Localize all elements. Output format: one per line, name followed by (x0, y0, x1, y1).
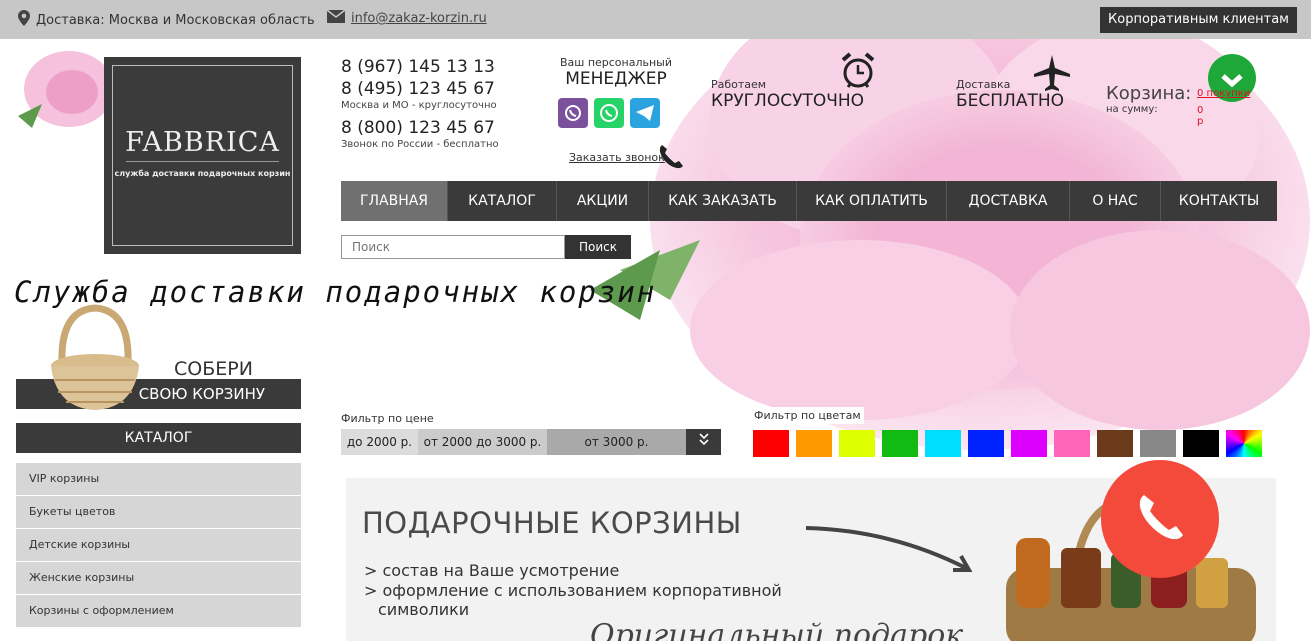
phone-moscow-2[interactable]: 8 (495) 123 45 67 (341, 78, 499, 100)
nav-catalog[interactable]: КАТАЛОГ (448, 181, 557, 221)
chevron-down-icon[interactable] (686, 429, 721, 455)
phone-moscow-1[interactable]: 8 (967) 145 13 13 (341, 56, 499, 78)
location-pin-icon (18, 10, 30, 30)
price-filter-label: Фильтр по цене (341, 412, 434, 425)
call-button[interactable] (1101, 460, 1219, 578)
banner-bullet: > оформление с использованием корпоратив… (364, 581, 782, 600)
personal-manager: Ваш персональный МЕНЕДЖЕР (556, 56, 676, 89)
color-filter-label: Фильтр по цветам (751, 407, 864, 424)
nav-about[interactable]: О НАС (1070, 181, 1161, 221)
manager-big: МЕНЕДЖЕР (565, 69, 667, 89)
banner-bullet: > состав на Ваше усмотрение (364, 561, 620, 580)
top-bar: Доставка: Москва и Московская область in… (0, 0, 1311, 39)
color-swatch-black[interactable] (1183, 430, 1219, 457)
site-logo[interactable]: FABBRICA служба доставки подарочных корз… (104, 57, 301, 254)
search-input[interactable] (341, 235, 565, 259)
color-swatch-orange[interactable] (796, 430, 832, 457)
viber-icon[interactable] (558, 98, 588, 128)
color-swatch-blue[interactable] (968, 430, 1004, 457)
order-call-link[interactable]: Заказать звонок (569, 151, 665, 164)
catalog-item[interactable]: VIP корзины (16, 463, 301, 495)
logo-name: FABBRICA (125, 127, 280, 158)
whatsapp-icon[interactable] (594, 98, 624, 128)
color-swatch-gray[interactable] (1140, 430, 1176, 457)
price-filter-high[interactable]: от 3000 р. (547, 429, 686, 455)
corporate-clients-button[interactable]: Корпоративным клиентам (1100, 7, 1297, 33)
nav-home[interactable]: ГЛАВНАЯ (341, 181, 448, 221)
phone-russia[interactable]: 8 (800) 123 45 67 (341, 117, 499, 139)
nav-sales[interactable]: АКЦИИ (557, 181, 649, 221)
banner-script: Оригинальный подарок (590, 618, 964, 641)
airplane-icon (1032, 54, 1072, 96)
collect-basket-top: СОБЕРИ (174, 358, 253, 380)
telegram-icon[interactable] (630, 98, 660, 128)
color-swatch-cyan[interactable] (925, 430, 961, 457)
phone-russia-note: Звонок по России - бесплатно (341, 139, 499, 150)
cart-title: Корзина: (1106, 83, 1192, 104)
phone-icon (1132, 489, 1188, 549)
banner-title: ПОДАРОЧНЫЕ КОРЗИНЫ (362, 506, 742, 540)
color-swatch-brown[interactable] (1097, 430, 1133, 457)
hours-big: КРУГЛОСУТОЧНО (711, 91, 865, 111)
logo-tagline: служба доставки подарочных корзин (114, 169, 291, 178)
catalog-item[interactable]: Женские корзины (16, 562, 301, 594)
nav-how-to-order[interactable]: КАК ЗАКАЗАТЬ (649, 181, 797, 221)
email-info: info@zakaz-korzin.ru (326, 9, 487, 27)
catalog-heading: КАТАЛОГ (16, 423, 301, 453)
manager-small: Ваш персональный (559, 56, 673, 69)
cart-sum-label: на сумму: (1106, 104, 1158, 115)
phones-block: 8 (967) 145 13 13 8 (495) 123 45 67 Моск… (341, 56, 499, 156)
price-filter-mid[interactable]: от 2000 до 3000 р. (418, 429, 547, 455)
nav-how-to-pay[interactable]: КАК ОПЛАТИТЬ (797, 181, 947, 221)
catalog-item[interactable]: Букеты цветов (16, 496, 301, 528)
banner-bullet: символики (378, 600, 470, 619)
wicker-basket-image (40, 302, 150, 416)
messengers (558, 98, 660, 128)
catalog-list: VIP корзины Букеты цветов Детские корзин… (16, 463, 301, 628)
alarm-clock-icon (840, 52, 876, 94)
color-swatch-yellow[interactable] (839, 430, 875, 457)
cart-sum: 0 р (1197, 105, 1204, 127)
cart-summary: Корзина: на сумму: 0 покупки 0 р (1106, 83, 1250, 127)
delivery-text: Доставка: Москва и Московская область (36, 12, 315, 28)
nav-delivery[interactable]: ДОСТАВКА (947, 181, 1070, 221)
delivery-info: Доставка: Москва и Московская область (18, 10, 315, 30)
color-swatch-pink[interactable] (1054, 430, 1090, 457)
logo-flower-image (14, 44, 114, 144)
price-filter: до 2000 р. от 2000 до 3000 р. от 3000 р. (341, 429, 721, 455)
color-filter (753, 430, 1262, 457)
envelope-icon (326, 9, 346, 27)
catalog-item[interactable]: Детские корзины (16, 529, 301, 561)
search-button[interactable]: Поиск (565, 235, 631, 259)
nav-contacts[interactable]: КОНТАКТЫ (1161, 181, 1277, 221)
color-swatch-red[interactable] (753, 430, 789, 457)
main-nav: ГЛАВНАЯ КАТАЛОГ АКЦИИ КАК ЗАКАЗАТЬ КАК О… (341, 181, 1277, 221)
cart-count-link[interactable]: 0 покупки (1197, 88, 1250, 99)
catalog-item[interactable]: Корзины с оформлением (16, 595, 301, 627)
color-swatch-violet[interactable] (1011, 430, 1047, 457)
email-link[interactable]: info@zakaz-korzin.ru (351, 11, 487, 26)
color-swatch-green[interactable] (882, 430, 918, 457)
color-swatch-rainbow[interactable] (1226, 430, 1262, 457)
phone-moscow-note: Москва и МО - круглосуточно (341, 100, 497, 111)
arrow-icon (805, 526, 973, 572)
price-filter-low[interactable]: до 2000 р. (341, 429, 418, 455)
phone-handset-icon (656, 142, 686, 176)
search-bar: Поиск (341, 235, 631, 259)
